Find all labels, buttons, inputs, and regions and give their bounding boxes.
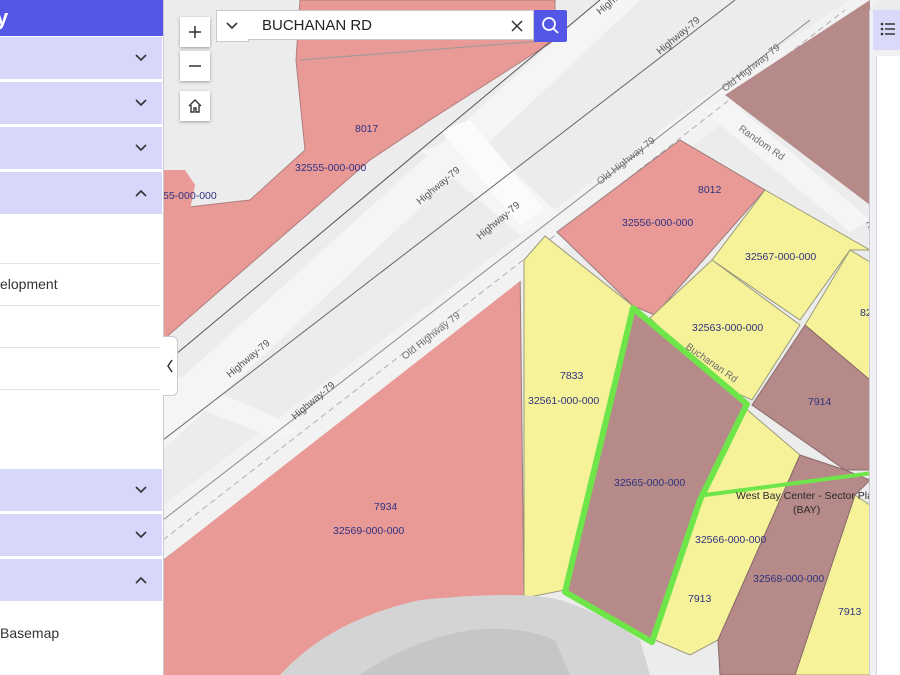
accordion-header-6[interactable] — [0, 514, 162, 556]
accordion-header-1[interactable] — [0, 37, 162, 79]
list-item[interactable] — [0, 306, 160, 348]
right-panel — [869, 10, 900, 675]
accordion-header-2[interactable] — [0, 82, 162, 124]
minus-icon — [189, 65, 201, 67]
zone-label: West Bay Center - Sector Plar — [736, 490, 877, 502]
parcel-label-id: 32556-000-000 — [622, 217, 693, 229]
list-item-basemap[interactable]: Basemap — [0, 613, 160, 654]
parcel-label-number: 7934 — [374, 501, 398, 513]
list-item[interactable] — [0, 222, 160, 264]
parcel-label-id: 32566-000-000 — [695, 534, 766, 546]
chevron-down-icon — [135, 54, 147, 62]
parcel-label-id: 32567-000-000 — [745, 251, 816, 263]
accordion-header-4[interactable] — [0, 172, 162, 214]
parcel-label-number: 8012 — [698, 184, 722, 196]
parcel-label-number: 7914 — [808, 396, 832, 408]
list-icon — [880, 22, 895, 36]
accordion-header-3[interactable] — [0, 127, 162, 169]
parcel-label-number: 7913 — [688, 593, 712, 605]
accordion-header-7[interactable] — [0, 559, 162, 601]
chevron-up-icon — [135, 576, 147, 584]
zone-label-code: (BAY) — [793, 504, 820, 516]
close-icon[interactable] — [509, 18, 525, 34]
chevron-down-icon — [135, 486, 147, 494]
parcel-label-id: 32561-000-000 — [528, 395, 599, 407]
list-item-development[interactable]: elopment — [0, 264, 160, 306]
legend-button[interactable] — [873, 10, 900, 50]
list-item[interactable] — [0, 348, 160, 390]
plus-icon — [189, 26, 201, 38]
parcel-label-number: 8017 — [355, 123, 379, 135]
legend-content — [876, 56, 900, 675]
chevron-left-icon — [167, 359, 173, 373]
parcel-label-id: 32563-000-000 — [692, 322, 763, 334]
chevron-down-icon — [135, 144, 147, 152]
parcel-label-id: 32565-000-000 — [614, 477, 685, 489]
chevron-down-icon — [135, 531, 147, 539]
search-button[interactable] — [534, 10, 567, 42]
parcel-label-id: 32569-000-000 — [333, 525, 404, 537]
parcel-label-number: 7833 — [560, 370, 584, 382]
search-source-dropdown[interactable] — [216, 10, 249, 42]
chevron-down-icon — [135, 99, 147, 107]
zoom-out-button[interactable] — [180, 51, 210, 81]
search-icon — [542, 17, 559, 34]
accordion-header-5[interactable] — [0, 469, 162, 511]
search-input[interactable]: BUCHANAN RD — [248, 10, 534, 40]
chevron-down-icon — [226, 22, 238, 30]
home-button[interactable] — [180, 91, 210, 121]
parcel-label-number: 7913 — [838, 606, 862, 618]
chevron-up-icon — [135, 189, 147, 197]
search-input-value: BUCHANAN RD — [262, 17, 373, 34]
home-icon — [188, 99, 202, 113]
panel-title: y — [0, 0, 163, 36]
zoom-in-button[interactable] — [180, 17, 210, 47]
parcel-label-id: 55-000-000 — [163, 190, 217, 202]
layers-panel: y elopment Basemap — [0, 0, 164, 675]
parcel-label-id: 32555-000-000 — [295, 162, 366, 174]
parcel-label-id: 32568-000-000 — [753, 573, 824, 585]
search-bar: BUCHANAN RD — [216, 10, 567, 42]
collapse-panel-button[interactable] — [163, 336, 178, 396]
